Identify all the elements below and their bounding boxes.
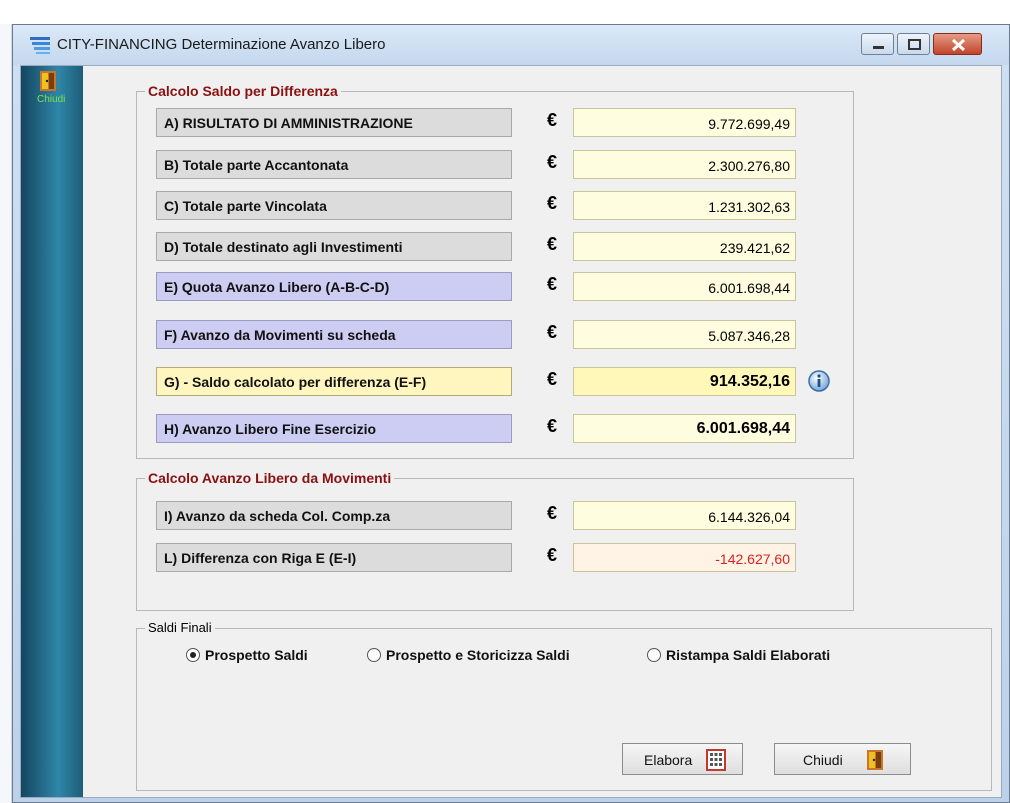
window-title: CITY-FINANCING Determinazione Avanzo Lib… bbox=[57, 36, 386, 53]
value-row-l[interactable]: -142.627,60 bbox=[573, 543, 796, 572]
group-saldi-finali: Saldi Finali Prospetto Saldi Prospetto e… bbox=[136, 620, 992, 791]
value-row-h[interactable]: 6.001.698,44 bbox=[573, 414, 796, 443]
close-icon bbox=[951, 38, 966, 52]
elabora-label: Elabora bbox=[644, 752, 693, 768]
sidebar-close-label[interactable]: Chiudi bbox=[37, 94, 65, 105]
euro-symbol: € bbox=[547, 416, 558, 436]
maximize-icon bbox=[908, 39, 921, 50]
value-row-c[interactable]: 1.231.302,63 bbox=[573, 191, 796, 220]
euro-symbol: € bbox=[547, 545, 558, 565]
value-row-g[interactable]: 914.352,16 bbox=[573, 367, 796, 396]
label-row-e: E) Quota Avanzo Libero (A-B-C-D) bbox=[156, 272, 512, 301]
group-calcolo-saldo: Calcolo Saldo per Differenza A) RISULTAT… bbox=[136, 83, 854, 459]
group-title-saldi-finali: Saldi Finali bbox=[145, 620, 215, 635]
euro-symbol: € bbox=[547, 274, 558, 294]
label-row-h: H) Avanzo Libero Fine Esercizio bbox=[156, 414, 512, 443]
maximize-button[interactable] bbox=[897, 33, 930, 55]
title-bar[interactable]: CITY-FINANCING Determinazione Avanzo Lib… bbox=[13, 25, 1009, 65]
radio-label: Prospetto e Storicizza Saldi bbox=[386, 647, 570, 663]
label-row-i: I) Avanzo da scheda Col. Comp.za bbox=[156, 501, 512, 530]
euro-symbol: € bbox=[547, 193, 558, 213]
euro-symbol: € bbox=[547, 110, 558, 130]
value-row-i[interactable]: 6.144.326,04 bbox=[573, 501, 796, 530]
chiudi-label: Chiudi bbox=[803, 752, 843, 768]
radio-label: Prospetto Saldi bbox=[205, 647, 308, 663]
label-row-c: C) Totale parte Vincolata bbox=[156, 191, 512, 220]
euro-symbol: € bbox=[547, 152, 558, 172]
euro-symbol: € bbox=[547, 369, 558, 389]
calculator-icon bbox=[706, 749, 726, 771]
info-icon[interactable] bbox=[807, 369, 831, 393]
label-row-g: G) - Saldo calcolato per differenza (E-F… bbox=[156, 367, 512, 396]
value-row-b[interactable]: 2.300.276,80 bbox=[573, 150, 796, 179]
value-row-e[interactable]: 6.001.698,44 bbox=[573, 272, 796, 301]
euro-symbol: € bbox=[547, 503, 558, 523]
radio-prospetto-saldi[interactable]: Prospetto Saldi bbox=[186, 647, 308, 663]
radio-unselected-icon bbox=[647, 648, 661, 662]
euro-symbol: € bbox=[547, 234, 558, 254]
chiudi-button[interactable]: Chiudi bbox=[774, 743, 911, 775]
background-left-strip bbox=[0, 24, 12, 803]
value-row-a[interactable]: 9.772.699,49 bbox=[573, 108, 796, 137]
radio-ristampa-saldi[interactable]: Ristampa Saldi Elaborati bbox=[647, 647, 830, 663]
window-client-area: Chiudi Calcolo Saldo per Differenza A) R… bbox=[20, 65, 1002, 798]
label-row-b: B) Totale parte Accantonata bbox=[156, 150, 512, 179]
label-row-d: D) Totale destinato agli Investimenti bbox=[156, 232, 512, 261]
euro-symbol: € bbox=[547, 322, 558, 342]
radio-label: Ristampa Saldi Elaborati bbox=[666, 647, 831, 663]
radio-unselected-icon bbox=[367, 648, 381, 662]
group-title-calcolo-avanzo: Calcolo Avanzo Libero da Movimenti bbox=[145, 470, 395, 486]
exit-door-icon[interactable] bbox=[37, 70, 59, 92]
sidebar: Chiudi bbox=[21, 66, 83, 797]
radio-selected-icon bbox=[186, 648, 200, 662]
minimize-icon bbox=[873, 46, 884, 49]
elabora-button[interactable]: Elabora bbox=[622, 743, 743, 775]
app-list-icon bbox=[30, 37, 50, 54]
minimize-button[interactable] bbox=[861, 33, 894, 55]
group-calcolo-avanzo: Calcolo Avanzo Libero da Movimenti I) Av… bbox=[136, 470, 854, 611]
background-top-strip bbox=[0, 0, 1010, 24]
group-title-calcolo-saldo: Calcolo Saldo per Differenza bbox=[145, 83, 341, 99]
window-close-button[interactable] bbox=[933, 33, 982, 55]
label-row-a: A) RISULTATO DI AMMINISTRAZIONE bbox=[156, 108, 512, 137]
dialog-window: CITY-FINANCING Determinazione Avanzo Lib… bbox=[12, 24, 1010, 803]
value-row-f[interactable]: 5.087.346,28 bbox=[573, 320, 796, 349]
label-row-f: F) Avanzo da Movimenti su scheda bbox=[156, 320, 512, 349]
exit-door-icon bbox=[867, 750, 883, 770]
radio-prospetto-storicizza[interactable]: Prospetto e Storicizza Saldi bbox=[367, 647, 570, 663]
value-row-d[interactable]: 239.421,62 bbox=[573, 232, 796, 261]
label-row-l: L) Differenza con Riga E (E-I) bbox=[156, 543, 512, 572]
